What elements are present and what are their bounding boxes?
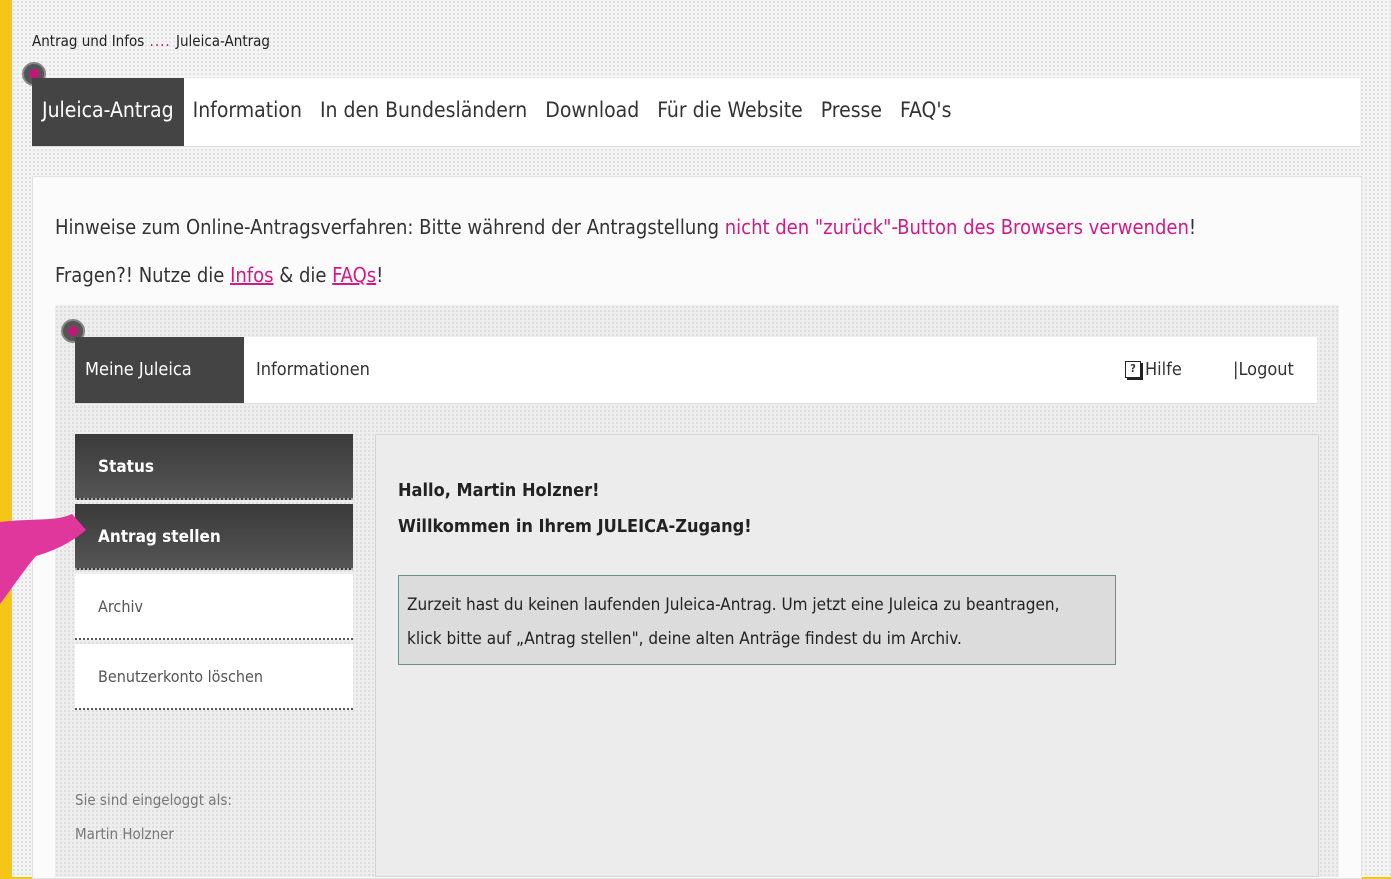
greeting-name: Hallo, Martin Holzner! — [398, 480, 600, 501]
main-panel: Hallo, Martin Holzner! Willkommen in Ihr… — [375, 434, 1319, 877]
hint-suffix: ! — [1188, 215, 1197, 239]
help-icon: ? — [1125, 361, 1141, 378]
notice-line-2: klick bitte auf „Antrag stellen", deine … — [407, 629, 962, 649]
nav-website[interactable]: Für die Website — [648, 78, 812, 142]
tab-meine-juleica[interactable]: Meine Juleica — [75, 337, 244, 403]
content-panel: Hinweise zum Online-Antragsverfahren: Bi… — [32, 176, 1362, 879]
top-navigation: Juleica-Antrag Information In den Bundeslä… — [32, 78, 1360, 147]
faq-mid: & die — [273, 263, 333, 287]
sidebar-item-archiv[interactable]: Archiv — [75, 574, 353, 640]
sidebar-item-status[interactable]: Status — [75, 434, 353, 500]
hint-text: Hinweise zum Online-Antragsverfahren: Bi… — [55, 215, 1196, 239]
pointer-arrow-icon — [0, 514, 86, 604]
sidebar-item-konto-loeschen[interactable]: Benutzerkonto löschen — [75, 644, 353, 710]
nav-bundeslaender[interactable]: In den Bundesländern — [311, 78, 536, 142]
sidebar: Status Antrag stellen Archiv Benutzerkon… — [75, 434, 353, 714]
hint-emphasis: nicht den "zurück"-Button des Browsers v… — [724, 215, 1189, 239]
notice-line-1: Zurzeit hast du keinen laufenden Juleica… — [407, 595, 1060, 615]
faq-prefix: Fragen?! Nutze die — [55, 263, 231, 287]
login-label: Sie sind eingeloggt als: — [75, 791, 232, 809]
greeting-welcome: Willkommen in Ihrem JULEICA-Zugang! — [398, 516, 752, 537]
faq-line: Fragen?! Nutze die Infos & die FAQs! — [55, 263, 383, 287]
breadcrumb: Antrag und Infos .... Juleica-Antrag — [32, 32, 270, 50]
infos-link[interactable]: Infos — [230, 263, 273, 287]
help-link[interactable]: ? Hilfe — [1125, 337, 1182, 403]
nav-download[interactable]: Download — [536, 78, 648, 142]
page-frame: Antrag und Infos .... Juleica-Antrag Jul… — [12, 0, 1391, 879]
logout-link[interactable]: |Logout — [1233, 337, 1294, 403]
login-name: Martin Holzner — [75, 825, 174, 843]
nav-juleica-antrag[interactable]: Juleica-Antrag — [32, 78, 184, 146]
hint-prefix: Hinweise zum Online-Antragsverfahren: Bi… — [55, 215, 725, 239]
breadcrumb-link[interactable]: Antrag und Infos — [32, 32, 144, 50]
account-navigation: Meine Juleica Informationen ? Hilfe |Logo… — [75, 337, 1317, 404]
faq-suffix: ! — [376, 263, 384, 287]
nav-faqs[interactable]: FAQ's — [891, 78, 960, 142]
sidebar-item-antrag-stellen[interactable]: Antrag stellen — [75, 504, 353, 570]
nav-presse[interactable]: Presse — [812, 78, 891, 142]
nav-information[interactable]: Information — [184, 78, 311, 142]
status-notice: Zurzeit hast du keinen laufenden Juleica… — [398, 575, 1116, 665]
breadcrumb-current: Juleica-Antrag — [175, 32, 271, 50]
tab-informationen[interactable]: Informationen — [256, 337, 370, 403]
account-area: Meine Juleica Informationen ? Hilfe |Logo… — [55, 305, 1339, 877]
help-label: Hilfe — [1145, 359, 1182, 380]
greeting: Hallo, Martin Holzner! Willkommen in Ihr… — [398, 473, 752, 545]
faqs-link[interactable]: FAQs — [332, 263, 376, 287]
login-info: Sie sind eingeloggt als: Martin Holzner — [75, 783, 232, 851]
breadcrumb-separator: .... — [144, 32, 176, 50]
